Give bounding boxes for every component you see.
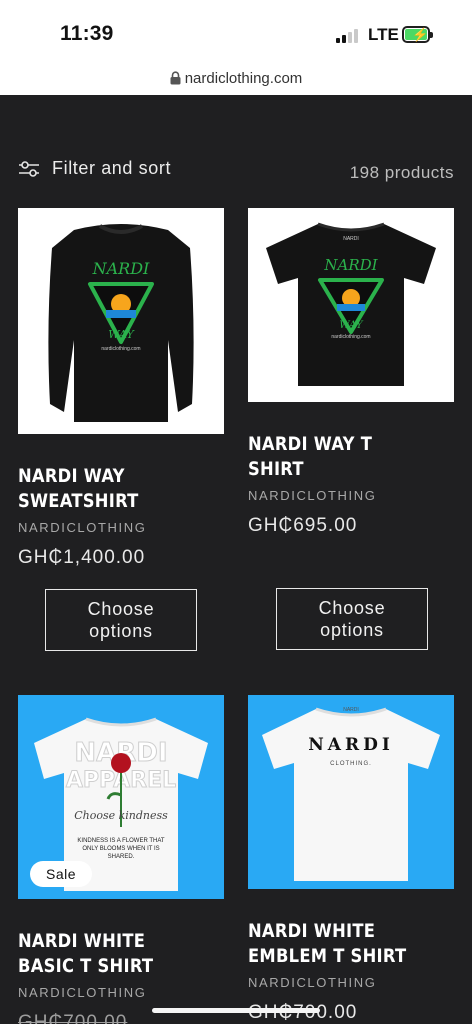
- product-image[interactable]: NARDI NARDI CLOTHING.: [248, 695, 454, 889]
- svg-text:Choose kindness: Choose kindness: [74, 809, 168, 822]
- battery-icon: ⚡: [402, 26, 433, 43]
- product-card[interactable]: NARDI WAY NARDI nardiclothing.com NARDI …: [248, 208, 454, 650]
- home-indicator[interactable]: [152, 1008, 320, 1013]
- sliders-icon: [19, 160, 39, 177]
- product-card[interactable]: NARDI WAY nardiclothing.com NARDI WAY SW…: [18, 208, 224, 651]
- svg-text:WAY: WAY: [108, 328, 135, 341]
- emblem-logo: NARDI: [308, 735, 394, 755]
- product-vendor: NARDICLOTHING: [248, 488, 377, 503]
- choose-options-button[interactable]: Choose options: [45, 589, 197, 651]
- product-vendor: NARDICLOTHING: [248, 975, 377, 990]
- product-title[interactable]: NARDI WAY SWEATSHIRT: [18, 464, 224, 514]
- svg-text:WAY: WAY: [339, 320, 364, 331]
- product-price-original: GH₵700.00: [18, 1012, 128, 1024]
- product-title[interactable]: NARDI WHITE EMBLEM T SHIRT: [248, 919, 454, 969]
- filter-sort-label: Filter and sort: [52, 158, 172, 178]
- address-bar[interactable]: nardiclothing.com: [0, 70, 472, 87]
- product-vendor: NARDICLOTHING: [18, 520, 147, 535]
- choose-options-button[interactable]: Choose options: [276, 588, 428, 650]
- filter-bar: Filter and sort 198 products: [18, 158, 454, 188]
- product-card[interactable]: NARDI NARDI CLOTHING. NARDI WHITE EMBLEM…: [248, 695, 454, 1024]
- tag-text: NARDI: [343, 236, 359, 242]
- print-text: nardiclothing.com: [101, 346, 141, 352]
- product-title[interactable]: NARDI WAY T SHIRT: [248, 432, 454, 482]
- sweatshirt-image: NARDI WAY: [48, 224, 194, 422]
- product-card[interactable]: NARDI APPAREL Choose kindness KINDNESS I…: [18, 695, 224, 1024]
- signal-icon: [336, 29, 360, 43]
- network-type: LTE: [368, 25, 399, 44]
- svg-text:NARDI: NARDI: [92, 259, 150, 278]
- product-image[interactable]: NARDI WAY nardiclothing.com: [18, 208, 224, 434]
- url-text: nardiclothing.com: [184, 70, 303, 87]
- product-count: 198 products: [349, 163, 454, 182]
- filter-sort-button[interactable]: Filter and sort: [18, 158, 171, 179]
- status-time: 11:39: [60, 22, 114, 45]
- product-vendor: NARDICLOTHING: [18, 985, 147, 1000]
- product-price: GH₵1,400.00: [18, 547, 146, 568]
- svg-text:NARDI: NARDI: [323, 256, 378, 274]
- sale-badge: Sale: [30, 861, 93, 887]
- tag-text: NARDI: [343, 707, 359, 713]
- print-text: nardiclothing.com: [331, 334, 371, 340]
- product-image[interactable]: NARDI WAY NARDI nardiclothing.com: [248, 208, 454, 402]
- emblem-subtext: CLOTHING.: [330, 761, 372, 767]
- product-price: GH₵695.00: [248, 515, 358, 536]
- print-text: KINDNESS IS A FLOWER THAT ONLY BLOOMS WH…: [77, 838, 165, 860]
- lock-icon: [170, 71, 181, 85]
- product-title[interactable]: NARDI WHITE BASIC T SHIRT: [18, 929, 224, 979]
- product-price: GH₵700.00: [248, 1002, 454, 1024]
- product-image[interactable]: NARDI APPAREL Choose kindness KINDNESS I…: [18, 695, 224, 899]
- white-emblem-tshirt-image: [262, 707, 440, 881]
- browser-chrome: 11:39 LTE ⚡ nardiclothing.com: [0, 0, 472, 95]
